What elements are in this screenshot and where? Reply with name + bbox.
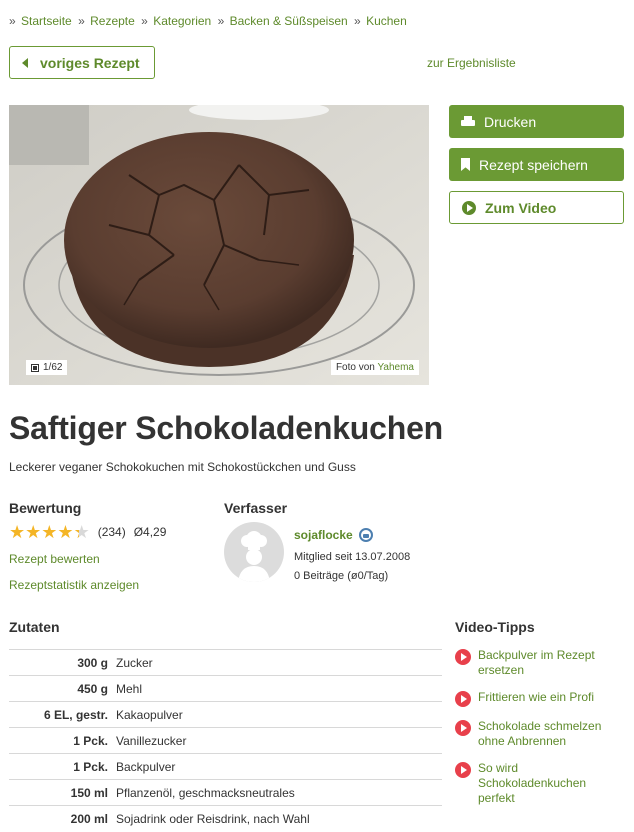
video-tip-item[interactable]: So wird Schokoladenkuchen perfekt <box>455 761 625 806</box>
ingredient-name: Mehl <box>116 681 143 696</box>
recipe-photo[interactable]: 1/62 Foto von Yahema <box>9 105 429 385</box>
author-name-link[interactable]: sojaflocke <box>294 528 373 542</box>
author-member-since: Mitglied seit 13.07.2008 <box>294 551 411 563</box>
star-icon: ★ <box>25 522 42 542</box>
save-recipe-label: Rezept speichern <box>479 156 588 173</box>
star-rating[interactable]: ★ ★ ★ ★ ★ <box>9 523 90 541</box>
star-icon: ★ <box>57 522 74 542</box>
ingredient-amount: 1 Pck. <box>73 759 108 774</box>
gallery-icon <box>31 363 39 372</box>
breadcrumb: » Startseite » Rezepte » Kategorien » Ba… <box>9 14 407 28</box>
video-tip-label: Frittieren wie ein Profi <box>478 690 595 704</box>
play-icon <box>462 200 476 215</box>
print-button[interactable]: Drucken <box>449 105 624 138</box>
print-label: Drucken <box>484 113 537 130</box>
ingredient-name: Backpulver <box>116 759 176 774</box>
ingredient-name: Pflanzenöl, geschmacksneutrales <box>116 785 295 800</box>
rating-average: Ø4,29 <box>133 525 167 539</box>
rating-summary: ★ ★ ★ ★ ★ (234) Ø4,29 <box>9 523 166 541</box>
photo-counter[interactable]: 1/62 <box>26 360 68 375</box>
ingredient-row: 150 ml Pflanzenöl, geschmacksneutrales <box>9 779 442 806</box>
video-tip-label: Schokolade schmelzen ohne Anbrennen <box>478 719 602 748</box>
author-name: sojaflocke <box>294 528 353 542</box>
star-icon: ★ <box>9 522 26 542</box>
breadcrumb-backen[interactable]: Backen & Süßspeisen <box>230 14 348 28</box>
results-list-link[interactable]: zur Ergebnisliste <box>427 56 516 70</box>
ingredient-row: 1 Pck. Vanillezucker <box>9 727 442 754</box>
breadcrumb-rezepte[interactable]: Rezepte <box>90 14 135 28</box>
previous-recipe-button[interactable]: voriges Rezept <box>9 46 155 79</box>
save-recipe-button[interactable]: Rezept speichern <box>449 148 624 181</box>
previous-recipe-label: voriges Rezept <box>40 54 140 71</box>
ingredient-row: 300 g Zucker <box>9 649 442 676</box>
chevron-left-icon <box>22 57 28 68</box>
video-tip-label: So wird Schokoladenkuchen perfekt <box>478 761 587 805</box>
photo-credit: Foto von Yahema <box>330 360 419 375</box>
chef-silhouette-icon <box>238 531 270 582</box>
breadcrumb-kuchen[interactable]: Kuchen <box>366 14 407 28</box>
ingredient-amount: 200 ml <box>70 811 108 826</box>
ingredient-row: 450 g Mehl <box>9 675 442 702</box>
ingredient-name: Kakaopulver <box>116 707 183 722</box>
author-posts: 0 Beiträge (ø0/Tag) <box>294 570 389 582</box>
ingredient-name: Vanillezucker <box>116 733 187 748</box>
video-tips-heading: Video-Tipps <box>455 619 535 635</box>
video-play-icon <box>455 720 471 736</box>
recipe-title: Saftiger Schokoladenkuchen <box>9 410 444 446</box>
video-tip-item[interactable]: Schokolade schmelzen ohne Anbrennen <box>455 719 625 749</box>
cake-image <box>9 105 429 385</box>
star-icon: ★ <box>41 522 58 542</box>
ingredient-row: 200 ml Sojadrink oder Reisdrink, nach Wah… <box>9 805 442 832</box>
video-button[interactable]: Zum Video <box>449 191 624 224</box>
ingredients-table: 300 g Zucker 450 g Mehl 6 EL, gestr. Kakaopul… <box>9 649 442 832</box>
rating-count: (234) <box>97 525 126 539</box>
recipe-subtitle: Leckerer veganer Schokokuchen mit Schoko… <box>9 460 356 474</box>
video-tip-item[interactable]: Frittieren wie ein Profi <box>455 690 625 707</box>
ingredient-name: Zucker <box>116 655 153 670</box>
video-tip-item[interactable]: Backpulver im Rezept ersetzen <box>455 648 625 678</box>
breadcrumb-kategorien[interactable]: Kategorien <box>153 14 211 28</box>
ingredient-row: 1 Pck. Backpulver <box>9 753 442 780</box>
star-partial-icon: ★ <box>73 522 90 542</box>
ingredient-name: Sojadrink oder Reisdrink, nach Wahl <box>116 811 310 826</box>
photo-counter-label: 1/62 <box>43 362 63 373</box>
author-heading: Verfasser <box>224 500 288 516</box>
rate-recipe-link[interactable]: Rezept bewerten <box>9 552 100 566</box>
ingredient-amount: 450 g <box>77 681 108 696</box>
ingredient-amount: 150 ml <box>70 785 108 800</box>
video-play-icon <box>455 691 471 707</box>
video-play-icon <box>455 649 471 665</box>
photo-author-link[interactable]: Yahema <box>377 362 414 373</box>
ingredient-amount: 6 EL, gestr. <box>43 707 108 722</box>
bookmark-icon <box>461 158 470 171</box>
ingredient-amount: 1 Pck. <box>73 733 108 748</box>
ingredients-heading: Zutaten <box>9 619 60 635</box>
video-play-icon <box>455 762 471 778</box>
breadcrumb-startseite[interactable]: Startseite <box>21 14 72 28</box>
chef-hat-badge-icon <box>358 528 373 542</box>
ingredient-amount: 300 g <box>77 655 108 670</box>
video-tips-list: Backpulver im Rezept ersetzen Frittieren… <box>455 648 625 818</box>
recipe-stats-link[interactable]: Rezeptstatistik anzeigen <box>9 578 139 592</box>
rating-heading: Bewertung <box>9 500 82 516</box>
photo-credit-prefix: Foto von <box>335 362 375 373</box>
video-label: Zum Video <box>485 199 557 216</box>
avatar[interactable] <box>224 522 284 582</box>
ingredient-row: 6 EL, gestr. Kakaopulver <box>9 701 442 728</box>
video-tip-label: Backpulver im Rezept ersetzen <box>478 648 595 677</box>
printer-icon <box>461 115 475 128</box>
